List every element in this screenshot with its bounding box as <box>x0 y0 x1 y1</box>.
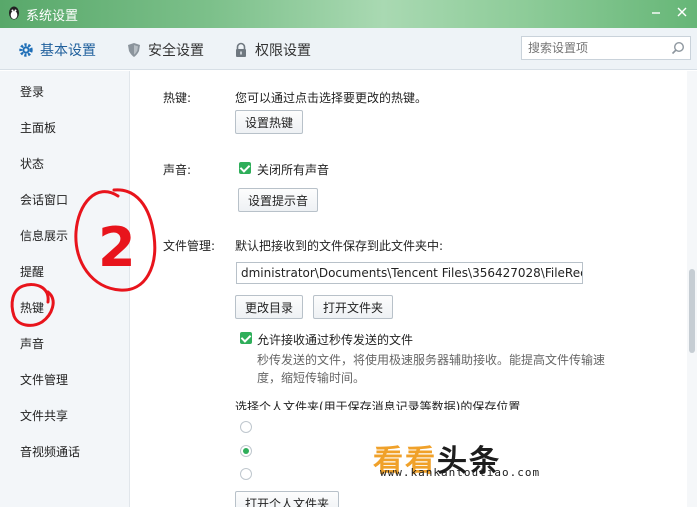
sidebar-item-info-display[interactable]: 信息展示 <box>20 227 68 244</box>
mute-all-sounds-checkbox[interactable] <box>239 162 251 174</box>
file-management-section-label: 文件管理: <box>163 239 216 253</box>
file-save-description: 默认把接收到的文件保存到此文件夹中: <box>235 239 444 253</box>
close-button[interactable] <box>673 4 691 22</box>
tab-basic-settings[interactable]: 基本设置 <box>18 39 96 61</box>
sound-section-label: 声音: <box>163 163 192 177</box>
window-title: 系统设置 <box>26 9 79 24</box>
watermark-url: www.kankantoutiao.com <box>380 466 541 479</box>
set-alert-sound-button[interactable]: 设置提示音 <box>238 188 319 212</box>
scrollbar-thumb[interactable] <box>689 269 695 353</box>
title-bar: 系统设置 <box>0 0 697 28</box>
personal-folder-location-label: 选择个人文件夹(用于保存消息记录等数据)的保存位置 <box>235 400 521 414</box>
tab-label: 权限设置 <box>255 43 311 59</box>
sidebar-item-status[interactable]: 状态 <box>20 155 44 172</box>
lock-icon <box>236 42 246 57</box>
instant-transfer-hint-line1: 秒传发送的文件，将使用极速服务器辅助接收。能提高文件传输速 <box>257 353 606 367</box>
settings-sidebar: 登录 主面板 状态 会话窗口 信息展示 提醒 热键 声音 文件管理 文件共享 音… <box>0 71 130 507</box>
personal-folder-option-2-radio[interactable] <box>240 445 252 457</box>
sidebar-item-hotkey[interactable]: 热键 <box>20 299 44 316</box>
sidebar-item-sound[interactable]: 声音 <box>20 335 44 352</box>
minimize-button[interactable] <box>647 4 665 22</box>
gear-icon <box>19 43 33 57</box>
instant-transfer-hint-line2: 度，缩短传输时间。 <box>257 371 366 385</box>
settings-tab-bar: 基本设置 安全设置 权限设置 <box>0 28 697 70</box>
qq-penguin-icon <box>9 6 19 20</box>
sidebar-item-av-call[interactable]: 音视频通话 <box>20 443 80 460</box>
search-box[interactable] <box>521 36 691 60</box>
search-icon[interactable] <box>671 41 685 55</box>
mute-all-sounds-label[interactable]: 关闭所有声音 <box>257 161 329 178</box>
sidebar-item-reminder[interactable]: 提醒 <box>20 263 44 280</box>
sidebar-item-chat-window[interactable]: 会话窗口 <box>20 191 68 208</box>
allow-instant-transfer-label[interactable]: 允许接收通过秒传发送的文件 <box>257 331 413 348</box>
tab-label: 基本设置 <box>40 43 96 59</box>
hotkey-section-label: 热键: <box>163 91 192 105</box>
set-hotkey-button[interactable]: 设置热键 <box>235 110 304 134</box>
minimize-icon <box>652 12 660 14</box>
shield-icon <box>128 43 140 57</box>
allow-instant-transfer-checkbox[interactable] <box>240 332 252 344</box>
sidebar-item-login[interactable]: 登录 <box>20 83 44 100</box>
sidebar-item-file-sharing[interactable]: 文件共享 <box>20 407 68 424</box>
personal-folder-option-3-radio[interactable] <box>240 468 252 480</box>
hotkey-description: 您可以通过点击选择要更改的热键。 <box>235 91 428 105</box>
sidebar-item-main-panel[interactable]: 主面板 <box>20 119 56 136</box>
tab-security-settings[interactable]: 安全设置 <box>126 39 204 61</box>
sidebar-item-file-management[interactable]: 文件管理 <box>20 371 68 388</box>
personal-folder-option-1-radio[interactable] <box>240 421 252 433</box>
open-folder-button[interactable]: 打开文件夹 <box>313 295 394 319</box>
tab-permission-settings[interactable]: 权限设置 <box>233 39 311 61</box>
open-personal-folder-button[interactable]: 打开个人文件夹 <box>235 491 340 507</box>
content-scrollbar[interactable] <box>687 71 697 507</box>
close-icon <box>677 7 687 17</box>
search-input[interactable] <box>522 37 662 59</box>
file-save-path-field[interactable]: dministrator\Documents\Tencent Files\356… <box>236 262 583 284</box>
tab-label: 安全设置 <box>148 43 204 59</box>
change-directory-button[interactable]: 更改目录 <box>235 295 304 319</box>
